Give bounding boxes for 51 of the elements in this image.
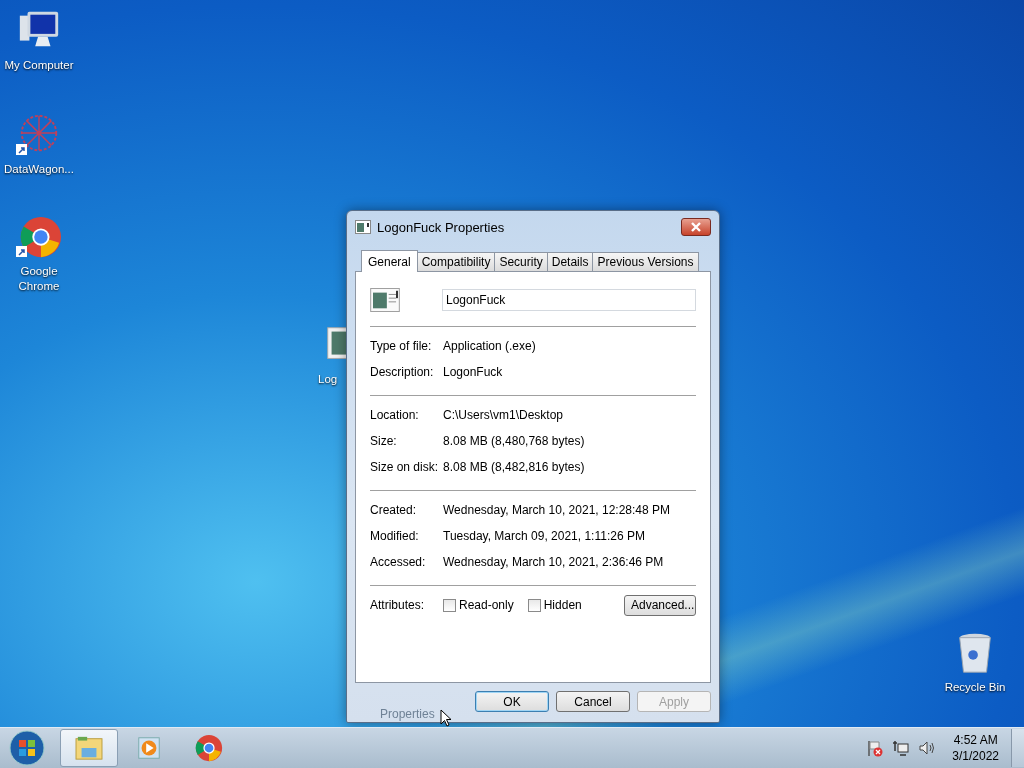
property-value: C:\Users\vm1\Desktop (443, 408, 564, 422)
property-label: Type of file: (370, 339, 433, 353)
tab[interactable]: Details (546, 252, 594, 271)
application-icon (370, 288, 400, 312)
clock[interactable]: 4:52 AM 3/1/2022 (952, 732, 999, 764)
property-label: Modified: (370, 529, 420, 543)
property-value: 8.08 MB (8,480,768 bytes) (443, 434, 585, 448)
property-value: 8.08 MB (8,482,816 bytes) (443, 460, 585, 474)
application-icon (355, 220, 371, 234)
tab[interactable]: Previous Versions (592, 252, 699, 271)
clock-date: 3/1/2022 (952, 748, 999, 764)
property-label: Size on disk: (370, 460, 440, 474)
property-label: Created: (370, 503, 418, 517)
chrome-icon (194, 733, 224, 763)
media-player-icon (136, 735, 162, 761)
property-label: Size: (370, 434, 398, 448)
checkbox[interactable] (527, 598, 541, 612)
speaker-icon[interactable] (918, 739, 937, 757)
checkbox-label[interactable]: Hidden (543, 598, 582, 612)
network-icon[interactable] (892, 739, 911, 757)
dialog-button[interactable]: Cancel (556, 691, 630, 712)
tab[interactable]: General (361, 250, 418, 272)
window-title: LogonFuck Properties (377, 219, 506, 235)
desktop-icon-label[interactable]: DataWagon... (4, 162, 74, 177)
advanced-button[interactable]: Advanced... (624, 594, 696, 616)
tab[interactable]: Security (494, 252, 548, 271)
property-value: Tuesday, March 09, 2021, 1:11:26 PM (443, 529, 645, 543)
property-label: Location: (370, 408, 420, 422)
property-value: Application (.exe) (443, 339, 536, 353)
ghost-label: Properties (380, 707, 435, 721)
property-value: LogonFuck (443, 365, 503, 379)
mouse-cursor-icon (440, 709, 452, 727)
clock-time: 4:52 AM (953, 732, 998, 748)
folder-icon (74, 735, 104, 761)
desktop-icon-label[interactable]: Google Chrome (1, 264, 77, 294)
property-value: Wednesday, March 10, 2021, 2:36:46 PM (443, 555, 664, 569)
desktop-icon-label[interactable]: My Computer (4, 58, 74, 73)
close-icon (691, 222, 701, 232)
file-name-field[interactable]: LogonFuck (442, 289, 696, 311)
property-label: Attributes: (370, 598, 426, 612)
checkbox-label[interactable]: Read-only (459, 598, 514, 612)
property-label: Description: (370, 365, 435, 379)
checkbox[interactable] (443, 598, 456, 612)
tab[interactable]: Compatibility (416, 252, 496, 271)
property-label: Accessed: (370, 555, 427, 569)
dialog-button[interactable]: OK (475, 691, 549, 712)
property-value: Wednesday, March 10, 2021, 12:28:48 PM (443, 503, 671, 517)
desktop-icon-label[interactable]: Recycle Bin (944, 680, 1006, 695)
close-button[interactable] (681, 218, 711, 236)
flag-error-icon[interactable] (866, 739, 885, 757)
windows-logo-icon (9, 730, 45, 766)
